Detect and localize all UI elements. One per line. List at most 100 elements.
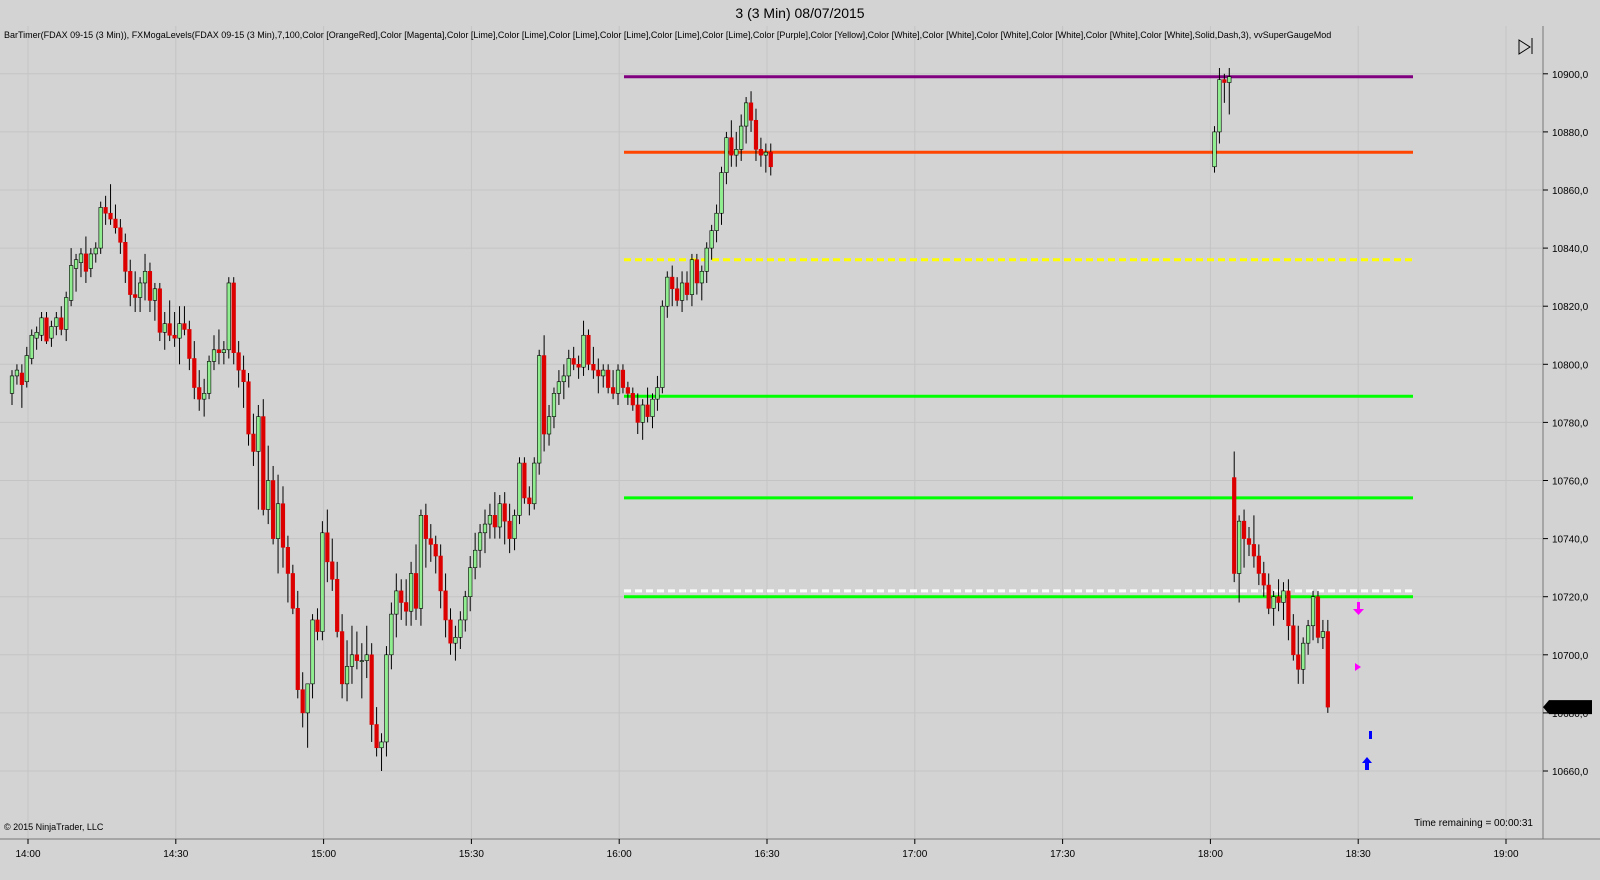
candle-body [748,102,754,121]
candle-body [586,334,591,365]
candle-body [601,369,606,377]
candle-body [620,369,626,388]
candle-body [1271,596,1276,609]
candle-body [640,404,645,423]
candle-body [694,259,699,284]
candle-body [251,433,256,452]
candle-body [684,282,690,295]
x-tick-label: 15:30 [459,849,484,860]
candle-body [433,544,438,557]
candle-body [1310,596,1316,627]
candle-body [73,259,79,269]
y-tick-label: 10660,0 [1552,767,1589,778]
candle-body [108,212,113,220]
candle-body [758,149,764,156]
x-tick-label: 16:00 [607,849,632,860]
candle-body [739,125,744,150]
candle-body [364,654,369,661]
candle-body [182,323,187,330]
candle-body [206,361,212,394]
candle-body [349,654,355,667]
candle-body [305,683,310,714]
candle-body [78,253,84,263]
candle-body [729,137,734,156]
candle-body [113,218,118,229]
candle-body [330,561,335,580]
x-tick-label: 18:00 [1198,849,1223,860]
candle-body [1320,631,1325,638]
candle-body [551,393,557,417]
candle-body [211,349,217,362]
y-tick-label: 10740,0 [1552,535,1589,546]
candle-body [1241,520,1247,539]
candle-body [670,276,675,290]
candle-body [39,317,44,336]
candle-body [14,369,20,377]
price-chart[interactable]: 10660,010680,010700,010720,010740,010760… [0,26,1600,875]
candle-body [187,329,192,359]
candle-body [325,532,330,563]
candle-body [374,724,379,749]
candle-body [699,271,704,284]
candle-body [709,230,714,249]
candle-body [1256,555,1261,574]
indicator-label: BarTimer(FDAX 09-15 (3 Min)), FXMogaLeve… [4,30,1331,40]
candle-body [44,317,49,342]
x-tick-label: 19:00 [1493,849,1518,860]
candle-body [147,271,153,301]
candle-body [221,349,226,353]
candle-body [768,151,773,168]
candle-body [542,355,547,435]
candle-body [413,573,419,609]
y-tick-label: 10760,0 [1552,477,1589,488]
candle-body [59,317,64,330]
copyright-label: © 2015 NinjaTrader, LLC [4,822,104,832]
x-tick-label: 15:00 [311,849,336,860]
candle-body [418,515,424,609]
candle-body [384,654,389,743]
candle-body [1306,625,1311,644]
last-price-marker: 10682,0 [1543,700,1592,715]
candle-body [645,404,650,417]
candle-body [236,352,241,371]
candle-body [389,613,394,656]
candle-body [246,381,251,435]
candle-body [310,619,315,685]
candle-body [487,515,493,525]
candle-body [128,271,133,295]
candle-body [157,288,162,333]
y-tick-label: 10700,0 [1552,651,1589,662]
candle-body [340,631,345,685]
gauge-marker [1369,731,1372,739]
candle-body [320,532,325,632]
candle-body [359,660,364,662]
candle-body [679,282,685,301]
candle-body [1261,573,1266,586]
candle-body [719,172,724,214]
candle-body [261,416,266,510]
candle-body [226,282,231,351]
candle-body [335,578,340,632]
candle-body [167,323,172,336]
candle-body [1251,544,1257,557]
x-tick-label: 17:00 [902,849,927,860]
candle-body [463,596,468,621]
chart-frame[interactable]: 10660,0 10680,0 10700,0 10720,0 10740,0 10760… [0,26,1600,875]
candle-body [241,369,246,383]
candle-body [497,503,502,528]
candle-body [507,520,512,539]
candle-body [152,288,157,301]
candle-body [615,369,621,394]
candle-body [1246,538,1252,545]
candle-body [256,416,261,452]
candle-body [98,207,103,249]
candle-body [665,276,670,307]
candle-body [1227,76,1232,83]
candle-body [315,619,320,632]
candle-body [532,462,537,505]
candle-body [556,381,561,394]
candle-body [566,358,571,377]
candle-body [650,398,655,417]
candle-body [438,555,443,592]
candle-body [295,608,300,690]
